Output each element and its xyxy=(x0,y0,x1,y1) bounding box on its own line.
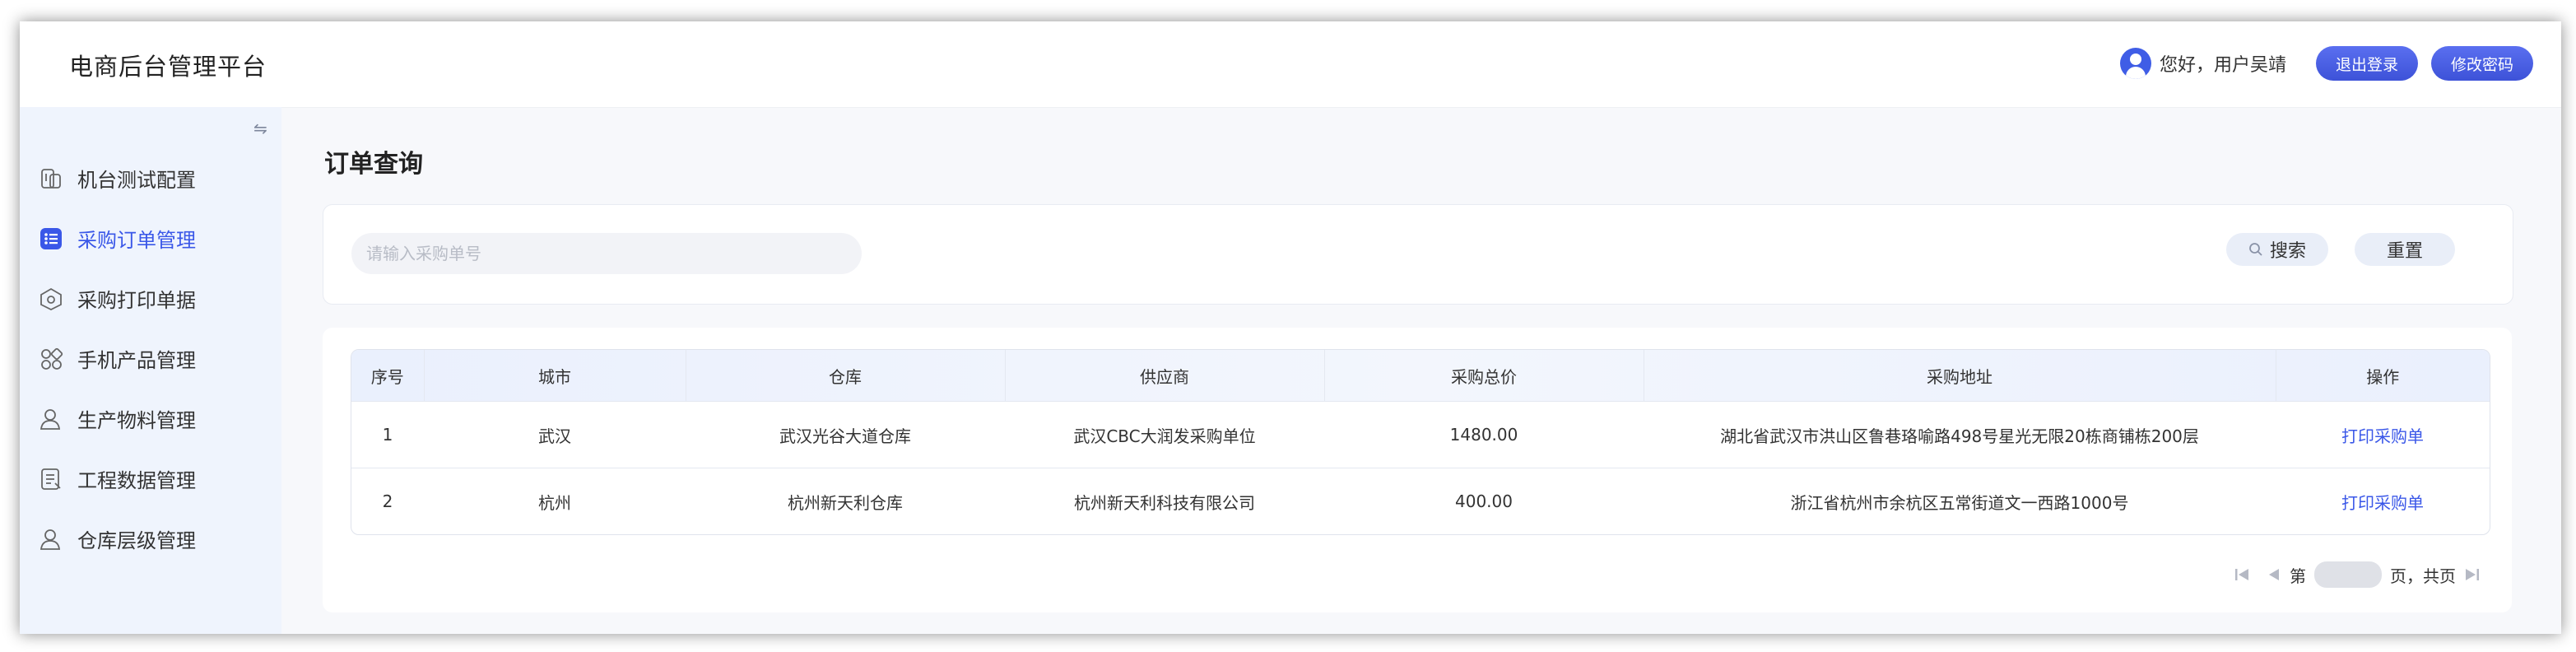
first-page-icon[interactable] xyxy=(2232,564,2253,585)
reset-button[interactable]: 重置 xyxy=(2355,233,2455,266)
sidebar: ⇋ 机台测试配置 采购订单管理 采购打印单据 手机产品管理 生产物料管理 工程数… xyxy=(20,107,281,634)
sidebar-item-label: 机台测试配置 xyxy=(77,169,196,192)
column-header-action[interactable]: 操作 xyxy=(2276,350,2490,402)
sidebar-menu: 机台测试配置 采购订单管理 采购打印单据 手机产品管理 生产物料管理 工程数据管… xyxy=(20,148,281,569)
cell-warehouse: 杭州新天利仓库 xyxy=(686,468,1005,534)
sidebar-item-engineering-data[interactable]: 工程数据管理 xyxy=(20,449,281,509)
change-password-button[interactable]: 修改密码 xyxy=(2430,46,2533,81)
cell-total-price: 400.00 xyxy=(1324,468,1644,534)
column-header-warehouse[interactable]: 仓库 xyxy=(686,350,1006,402)
cell-supplier: 杭州新天利科技有限公司 xyxy=(1005,468,1324,534)
user-avatar-icon xyxy=(2119,48,2151,79)
sidebar-item-label: 工程数据管理 xyxy=(77,469,196,492)
column-header-supplier[interactable]: 供应商 xyxy=(1005,350,1325,402)
logout-button[interactable]: 退出登录 xyxy=(2315,46,2418,81)
user-area: 您好，用户吴靖 退出登录 修改密码 xyxy=(2119,44,2533,82)
user-material-icon xyxy=(38,406,64,432)
sidebar-item-purchase-orders[interactable]: 采购订单管理 xyxy=(20,208,281,268)
cell-city: 杭州 xyxy=(424,468,686,534)
app-window: 电商后台管理平台 您好，用户吴靖 退出登录 修改密码 ⇋ 机台测试配置 采购订单… xyxy=(20,21,2561,634)
search-button[interactable]: 搜索 xyxy=(2226,233,2328,266)
orders-table-panel: 序号 城市 仓库 供应商 采购总价 采购地址 操作 1 武汉 武汉光谷大道仓库 … xyxy=(323,328,2512,612)
table-row: 1 武汉 武汉光谷大道仓库 武汉CBC大润发采购单位 1480.00 湖北省武汉… xyxy=(351,401,2490,468)
cell-index: 1 xyxy=(351,401,424,468)
search-panel: 搜索 重置 xyxy=(323,204,2513,305)
cell-warehouse: 武汉光谷大道仓库 xyxy=(686,401,1005,468)
last-page-icon[interactable] xyxy=(2461,564,2482,585)
column-header-address[interactable]: 采购地址 xyxy=(1644,350,2276,402)
cell-supplier: 武汉CBC大润发采购单位 xyxy=(1005,401,1324,468)
page-number-input[interactable] xyxy=(2314,561,2382,588)
sidebar-item-label: 生产物料管理 xyxy=(77,409,196,432)
prev-page-icon[interactable] xyxy=(2263,564,2285,585)
pagination: 第 页，共页 xyxy=(2227,560,2487,589)
column-header-total-price[interactable]: 采购总价 xyxy=(1324,350,1644,402)
print-doc-icon xyxy=(38,286,64,312)
top-bar: 电商后台管理平台 您好，用户吴靖 退出登录 修改密码 xyxy=(20,21,2561,108)
order-list-icon xyxy=(38,226,64,252)
page-prefix-label: 第 xyxy=(2290,566,2306,586)
collapse-sidebar-icon[interactable]: ⇋ xyxy=(253,119,267,138)
table-header-row: 序号 城市 仓库 供应商 采购总价 采购地址 操作 xyxy=(351,350,2490,402)
cell-index: 2 xyxy=(351,468,424,534)
sidebar-item-materials[interactable]: 生产物料管理 xyxy=(20,389,281,449)
sidebar-item-label: 采购打印单据 xyxy=(77,289,196,312)
print-order-link[interactable]: 打印采购单 xyxy=(2276,401,2490,468)
cell-city: 武汉 xyxy=(424,401,686,468)
sidebar-item-label: 采购订单管理 xyxy=(77,229,196,252)
orders-table: 序号 城市 仓库 供应商 采购总价 采购地址 操作 1 武汉 武汉光谷大道仓库 … xyxy=(351,349,2490,535)
sidebar-item-print-docs[interactable]: 采购打印单据 xyxy=(20,268,281,328)
page-title: 订单查询 xyxy=(324,150,423,179)
user-warehouse-icon xyxy=(38,526,64,552)
sidebar-item-label: 仓库层级管理 xyxy=(77,529,196,552)
sidebar-item-warehouse-levels[interactable]: 仓库层级管理 xyxy=(20,509,281,569)
device-config-icon xyxy=(38,165,64,192)
page-suffix-label: 页，共页 xyxy=(2390,566,2456,586)
cell-total-price: 1480.00 xyxy=(1324,401,1644,468)
search-button-label: 搜索 xyxy=(2269,241,2306,262)
table-row: 2 杭州 杭州新天利仓库 杭州新天利科技有限公司 400.00 浙江省杭州市余杭… xyxy=(351,468,2490,534)
cell-address: 浙江省杭州市余杭区五常街道文一西路1000号 xyxy=(1644,468,2276,534)
sidebar-item-device-config[interactable]: 机台测试配置 xyxy=(20,148,281,208)
column-header-index[interactable]: 序号 xyxy=(351,350,425,402)
order-number-search-input[interactable] xyxy=(351,233,862,274)
sidebar-item-label: 手机产品管理 xyxy=(77,349,196,372)
grid-product-icon xyxy=(38,346,64,372)
cell-address: 湖北省武汉市洪山区鲁巷珞喻路498号星光无限20栋商铺栋200层 xyxy=(1644,401,2276,468)
print-order-link[interactable]: 打印采购单 xyxy=(2276,468,2490,534)
app-title: 电商后台管理平台 xyxy=(69,53,267,81)
column-header-city[interactable]: 城市 xyxy=(424,350,686,402)
user-greeting: 您好，用户吴靖 xyxy=(2159,55,2286,76)
sidebar-item-phone-products[interactable]: 手机产品管理 xyxy=(20,328,281,389)
search-icon xyxy=(2249,243,2262,256)
main-content: 订单查询 搜索 重置 序号 xyxy=(283,107,2561,634)
document-icon xyxy=(38,466,64,492)
